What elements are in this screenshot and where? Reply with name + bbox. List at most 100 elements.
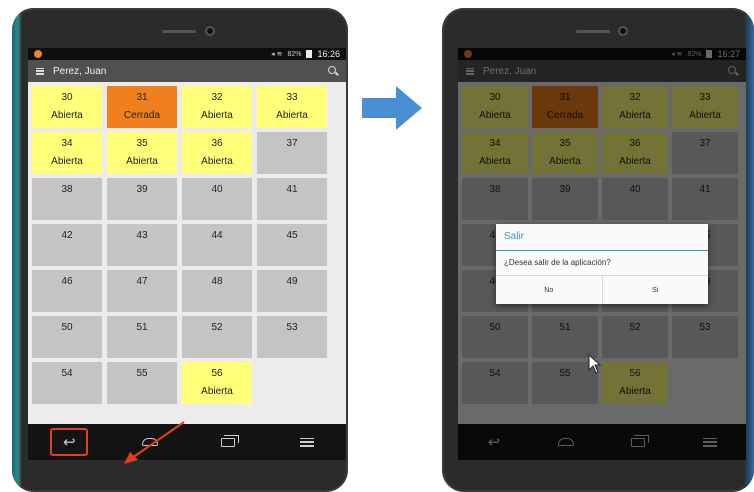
cell-grid-area: 30 Abierta 31 Cerrada 32 Abierta 33 Abierta 34 Ab… [28,82,346,424]
cell-51[interactable]: 51 [107,316,177,358]
cell-48[interactable]: 48 [182,270,252,312]
cell-number: 50 [61,322,73,333]
cell-number: 52 [211,322,223,333]
cell-31[interactable]: 31 Cerrada [532,86,598,128]
search-icon[interactable] [328,66,338,76]
speaker-grille [576,30,610,33]
battery-icon [306,50,313,58]
cell-number: 32 [629,92,641,103]
cell-47[interactable]: 47 [107,270,177,312]
cell-53[interactable]: 53 [257,316,327,358]
cell-number: 51 [559,322,571,333]
back-icon: ↩ [487,433,501,451]
cell-43[interactable]: 43 [107,224,177,266]
cell-35[interactable]: 35 Abierta [532,132,598,174]
cell-number: 38 [61,184,73,195]
menu-icon[interactable] [36,67,44,75]
cell-number: 50 [489,322,501,333]
cell-33[interactable]: 33 Abierta [257,86,327,128]
cell-number: 34 [489,138,501,149]
nav-menu-button[interactable] [693,430,727,454]
cell-38[interactable]: 38 [462,178,528,220]
cell-number: 53 [286,322,298,333]
cell-32[interactable]: 32 Abierta [182,86,252,128]
app-bar: Perez, Juan [458,60,746,82]
nav-back-button[interactable]: ↩ [477,430,511,454]
cell-number: 41 [699,184,711,195]
battery-percent: 82% [687,50,702,58]
cell-status: Abierta [126,156,158,167]
cell-status: Abierta [201,386,233,397]
cell-number: 36 [629,138,641,149]
cell-30[interactable]: 30 Abierta [462,86,528,128]
cell-49[interactable]: 49 [257,270,327,312]
cell-number: 54 [61,368,73,379]
nav-home-button[interactable] [549,430,583,454]
cell-status: Abierta [479,156,511,167]
cell-status: Abierta [51,110,83,121]
cell-status: Abierta [619,386,651,397]
cell-number: 38 [489,184,501,195]
cell-45[interactable]: 45 [257,224,327,266]
cell-54[interactable]: 54 [32,362,102,404]
cell-37[interactable]: 37 [672,132,738,174]
status-time: 16:26 [317,49,340,59]
cell-number: 44 [211,230,223,241]
cell-32[interactable]: 32 Abierta [602,86,668,128]
nav-back-button[interactable]: ↩ [50,428,89,456]
phone-after: ◂ ≋ 82% 16:27 Perez, Juan 30 Abierta 31 Cer… [442,8,754,492]
cell-number: 32 [211,92,223,103]
notification-icon [34,50,42,58]
dialog-yes-button[interactable]: Si [601,276,709,304]
cell-55[interactable]: 55 [107,362,177,404]
cell-39[interactable]: 39 [107,178,177,220]
nav-recent-button[interactable] [211,430,245,454]
cell-36[interactable]: 36 Abierta [182,132,252,174]
transition-arrow [362,86,422,130]
cell-number: 54 [489,368,501,379]
cell-34[interactable]: 34 Abierta [462,132,528,174]
cell-37[interactable]: 37 [257,132,327,174]
cell-41[interactable]: 41 [672,178,738,220]
cell-33[interactable]: 33 Abierta [672,86,738,128]
cell-54[interactable]: 54 [462,362,528,404]
cell-36[interactable]: 36 Abierta [602,132,668,174]
cell-35[interactable]: 35 Abierta [107,132,177,174]
cell-number: 45 [286,230,298,241]
cell-44[interactable]: 44 [182,224,252,266]
cell-52[interactable]: 52 [602,316,668,358]
battery-icon [706,50,713,58]
cell-40[interactable]: 40 [602,178,668,220]
cell-status: Abierta [276,110,308,121]
cell-number: 30 [61,92,73,103]
cell-50[interactable]: 50 [462,316,528,358]
cell-number: 35 [136,138,148,149]
cell-number: 49 [286,276,298,287]
speaker-grille [162,30,196,33]
nav-menu-button[interactable] [290,430,324,454]
cell-31[interactable]: 31 Cerrada [107,86,177,128]
dialog-no-button[interactable]: No [496,276,602,304]
cell-38[interactable]: 38 [32,178,102,220]
screen-after: ◂ ≋ 82% 16:27 Perez, Juan 30 Abierta 31 Cer… [458,48,746,460]
cell-46[interactable]: 46 [32,270,102,312]
cell-41[interactable]: 41 [257,178,327,220]
nav-recent-button[interactable] [621,430,655,454]
cell-51[interactable]: 51 [532,316,598,358]
cell-56[interactable]: 56 Abierta [602,362,668,404]
cell-53[interactable]: 53 [672,316,738,358]
cell-number: 47 [136,276,148,287]
user-name: Perez, Juan [483,65,537,77]
mouse-cursor-icon [588,354,602,374]
cell-status: Abierta [549,156,581,167]
highlight-arrow [124,421,185,464]
cell-39[interactable]: 39 [532,178,598,220]
cell-50[interactable]: 50 [32,316,102,358]
cell-34[interactable]: 34 Abierta [32,132,102,174]
cell-42[interactable]: 42 [32,224,102,266]
cell-56[interactable]: 56 Abierta [182,362,252,404]
cell-30[interactable]: 30 Abierta [32,86,102,128]
cell-40[interactable]: 40 [182,178,252,220]
cell-52[interactable]: 52 [182,316,252,358]
cell-number: 42 [61,230,73,241]
